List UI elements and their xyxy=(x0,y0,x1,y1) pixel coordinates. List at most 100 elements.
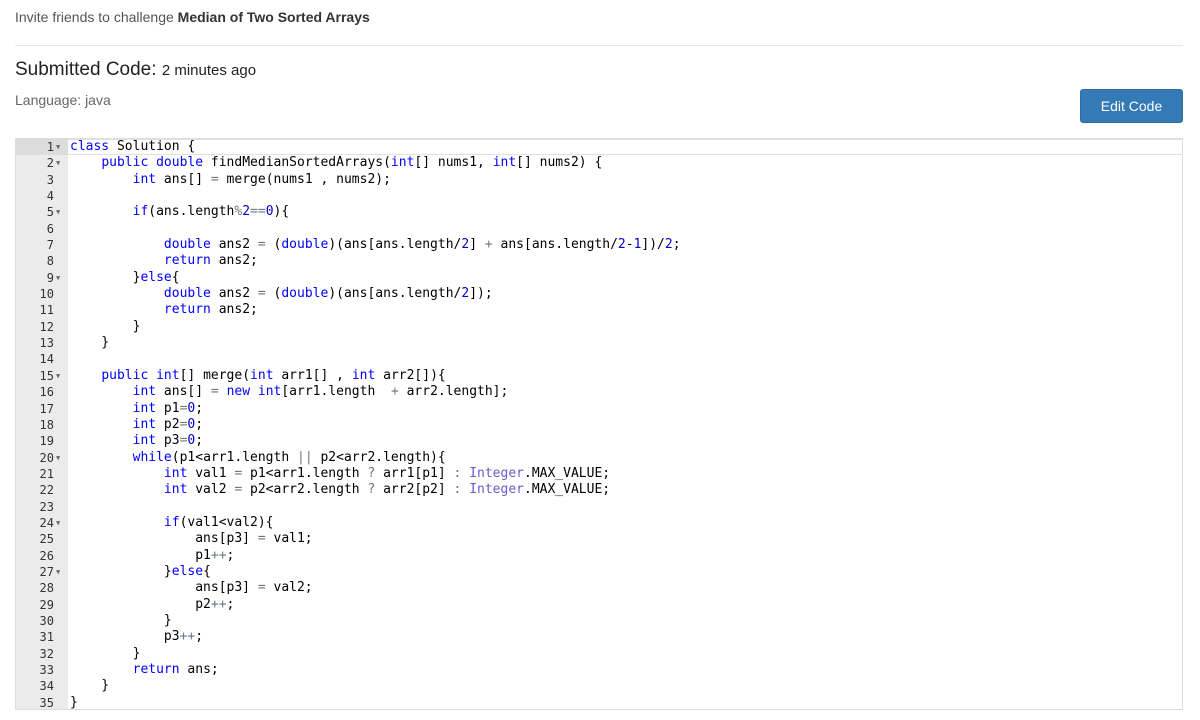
code-line: 18 int p2=0; xyxy=(16,417,1182,433)
line-number: 27 xyxy=(39,564,54,579)
code-text: if(ans.length%2==0){ xyxy=(132,204,290,220)
line-number: 2 xyxy=(46,156,54,171)
line-number: 17 xyxy=(39,401,54,416)
code-line: 28 ans[p3] = val2; xyxy=(16,580,1182,596)
code-text: while(p1<arr1.length || p2<arr2.length){ xyxy=(132,449,446,465)
line-number: 10 xyxy=(39,287,54,302)
code-line: 17 int p1=0; xyxy=(16,401,1182,417)
code-text: } xyxy=(70,694,78,710)
code-text: if(val1<val2){ xyxy=(163,514,274,530)
line-number: 34 xyxy=(39,679,54,694)
code-line: 22 int val2 = p2<arr2.length ? arr2[p2] … xyxy=(16,482,1182,498)
code-line: 15 ▼ public int[] merge(int arr1[] , int … xyxy=(16,368,1182,384)
code-line: 8 return ans2; xyxy=(16,253,1182,269)
code-text: } xyxy=(70,335,110,351)
code-line: 14 xyxy=(16,351,1182,367)
code-line: 3 int ans[] = merge(nums1 , nums2); xyxy=(16,172,1182,188)
fold-arrow-icon[interactable]: ▼ xyxy=(56,368,60,384)
code-text: public int[] merge(int arr1[] , int arr2… xyxy=(101,367,446,383)
line-number: 6 xyxy=(46,221,54,236)
code-lines: 1 ▼ class Solution {2 ▼ public double findM… xyxy=(16,139,1182,710)
code-text: int ans[] = new int[arr1.length + arr2.l… xyxy=(132,384,509,400)
fold-arrow-icon[interactable]: ▼ xyxy=(56,139,60,155)
line-number: 15 xyxy=(39,368,54,383)
line-number: 14 xyxy=(39,352,54,367)
code-text: return ans2; xyxy=(163,253,258,269)
line-number: 5 xyxy=(46,205,54,220)
code-line: 23 xyxy=(16,499,1182,515)
invite-prefix: Invite friends to challenge xyxy=(15,9,174,25)
line-number: 16 xyxy=(39,385,54,400)
line-number: 21 xyxy=(39,466,54,481)
code-line: 21 int val1 = p1<arr1.length ? arr1[p1] … xyxy=(16,466,1182,482)
line-number: 32 xyxy=(39,646,54,661)
code-line: 6 xyxy=(16,221,1182,237)
line-number: 1 xyxy=(46,140,54,154)
invite-text: Invite friends to challenge Median of Tw… xyxy=(15,9,370,25)
code-line: 10 double ans2 = (double)(ans[ans.length… xyxy=(16,286,1182,302)
code-text: } xyxy=(70,678,110,694)
line-number: 31 xyxy=(39,630,54,645)
line-number: 7 xyxy=(46,238,54,253)
code-text: }else{ xyxy=(70,269,180,285)
line-number: 24 xyxy=(39,515,54,530)
code-line: 32 } xyxy=(16,646,1182,662)
code-text: public double findMedianSortedArrays(int… xyxy=(101,155,603,171)
code-line: 24 ▼ if(val1<val2){ xyxy=(16,515,1182,531)
code-text: } xyxy=(70,318,141,334)
code-line: 16 int ans[] = new int[arr1.length + arr… xyxy=(16,384,1182,400)
line-number: 28 xyxy=(39,581,54,596)
line-number: 33 xyxy=(39,663,54,677)
line-number: 9 xyxy=(46,270,54,285)
submitted-title: Submitted Code: xyxy=(15,59,157,80)
fold-arrow-icon[interactable]: ▼ xyxy=(56,155,60,171)
fold-arrow-icon[interactable]: ▼ xyxy=(56,450,60,466)
code-text: ans[p3] = val1; xyxy=(70,531,313,547)
code-line: 31 p3++; xyxy=(16,629,1182,645)
code-line: 34 } xyxy=(16,678,1182,694)
line-number: 13 xyxy=(39,336,54,351)
code-text: class Solution { xyxy=(70,139,196,154)
line-number: 25 xyxy=(39,532,54,547)
line-number: 8 xyxy=(46,254,54,269)
line-number: 26 xyxy=(39,548,54,563)
fold-arrow-icon[interactable]: ▼ xyxy=(56,515,60,531)
fold-arrow-icon[interactable]: ▼ xyxy=(56,204,60,220)
code-line: 2 ▼ public double findMedianSortedArrays(… xyxy=(16,155,1182,171)
code-line: 4 xyxy=(16,188,1182,204)
line-number: 22 xyxy=(39,483,54,498)
submitted-time: 2 minutes ago xyxy=(161,62,257,79)
edit-code-button[interactable]: Edit Code xyxy=(1080,89,1183,123)
code-text: }else{ xyxy=(70,563,211,579)
language-label: Language: java xyxy=(15,92,111,108)
header-divider xyxy=(15,45,1183,46)
code-line: 25 ans[p3] = val1; xyxy=(16,531,1182,547)
fold-arrow-icon[interactable]: ▼ xyxy=(56,564,60,580)
code-line: 20 ▼ while(p1<arr1.length || p2<arr2.leng… xyxy=(16,450,1182,466)
code-text: return ans2; xyxy=(163,302,258,318)
code-line: 29 p2++; xyxy=(16,597,1182,613)
code-line: 26 p1++; xyxy=(16,548,1182,564)
code-line: 13 } xyxy=(16,335,1182,351)
fold-arrow-icon[interactable]: ▼ xyxy=(56,270,60,286)
code-line: 5 ▼ if(ans.length%2==0){ xyxy=(16,204,1182,220)
code-editor[interactable]: 1 ▼ class Solution {2 ▼ public double findM… xyxy=(15,138,1183,710)
code-text: } xyxy=(70,612,172,628)
line-number: 35 xyxy=(39,695,54,710)
code-text: p3++; xyxy=(70,629,204,645)
submitted-heading: Submitted Code: 2 minutes ago xyxy=(15,59,256,81)
code-line: 1 ▼ class Solution { xyxy=(16,139,1182,155)
line-number: 30 xyxy=(39,613,54,628)
code-text: int val1 = p1<arr1.length ? arr1[p1] : I… xyxy=(163,465,611,481)
code-text: return ans; xyxy=(132,662,219,677)
code-text: int val2 = p2<arr2.length ? arr2[p2] : I… xyxy=(163,482,611,498)
code-text: int p3=0; xyxy=(132,433,204,449)
code-text: ans[p3] = val2; xyxy=(70,580,313,596)
line-number: 12 xyxy=(39,319,54,334)
code-text: p1++; xyxy=(70,547,235,563)
line-number: 18 xyxy=(39,417,54,432)
line-number: 3 xyxy=(46,172,54,187)
code-text: int ans[] = merge(nums1 , nums2); xyxy=(132,171,391,187)
line-number: 20 xyxy=(39,450,54,465)
code-line: 30 } xyxy=(16,613,1182,629)
